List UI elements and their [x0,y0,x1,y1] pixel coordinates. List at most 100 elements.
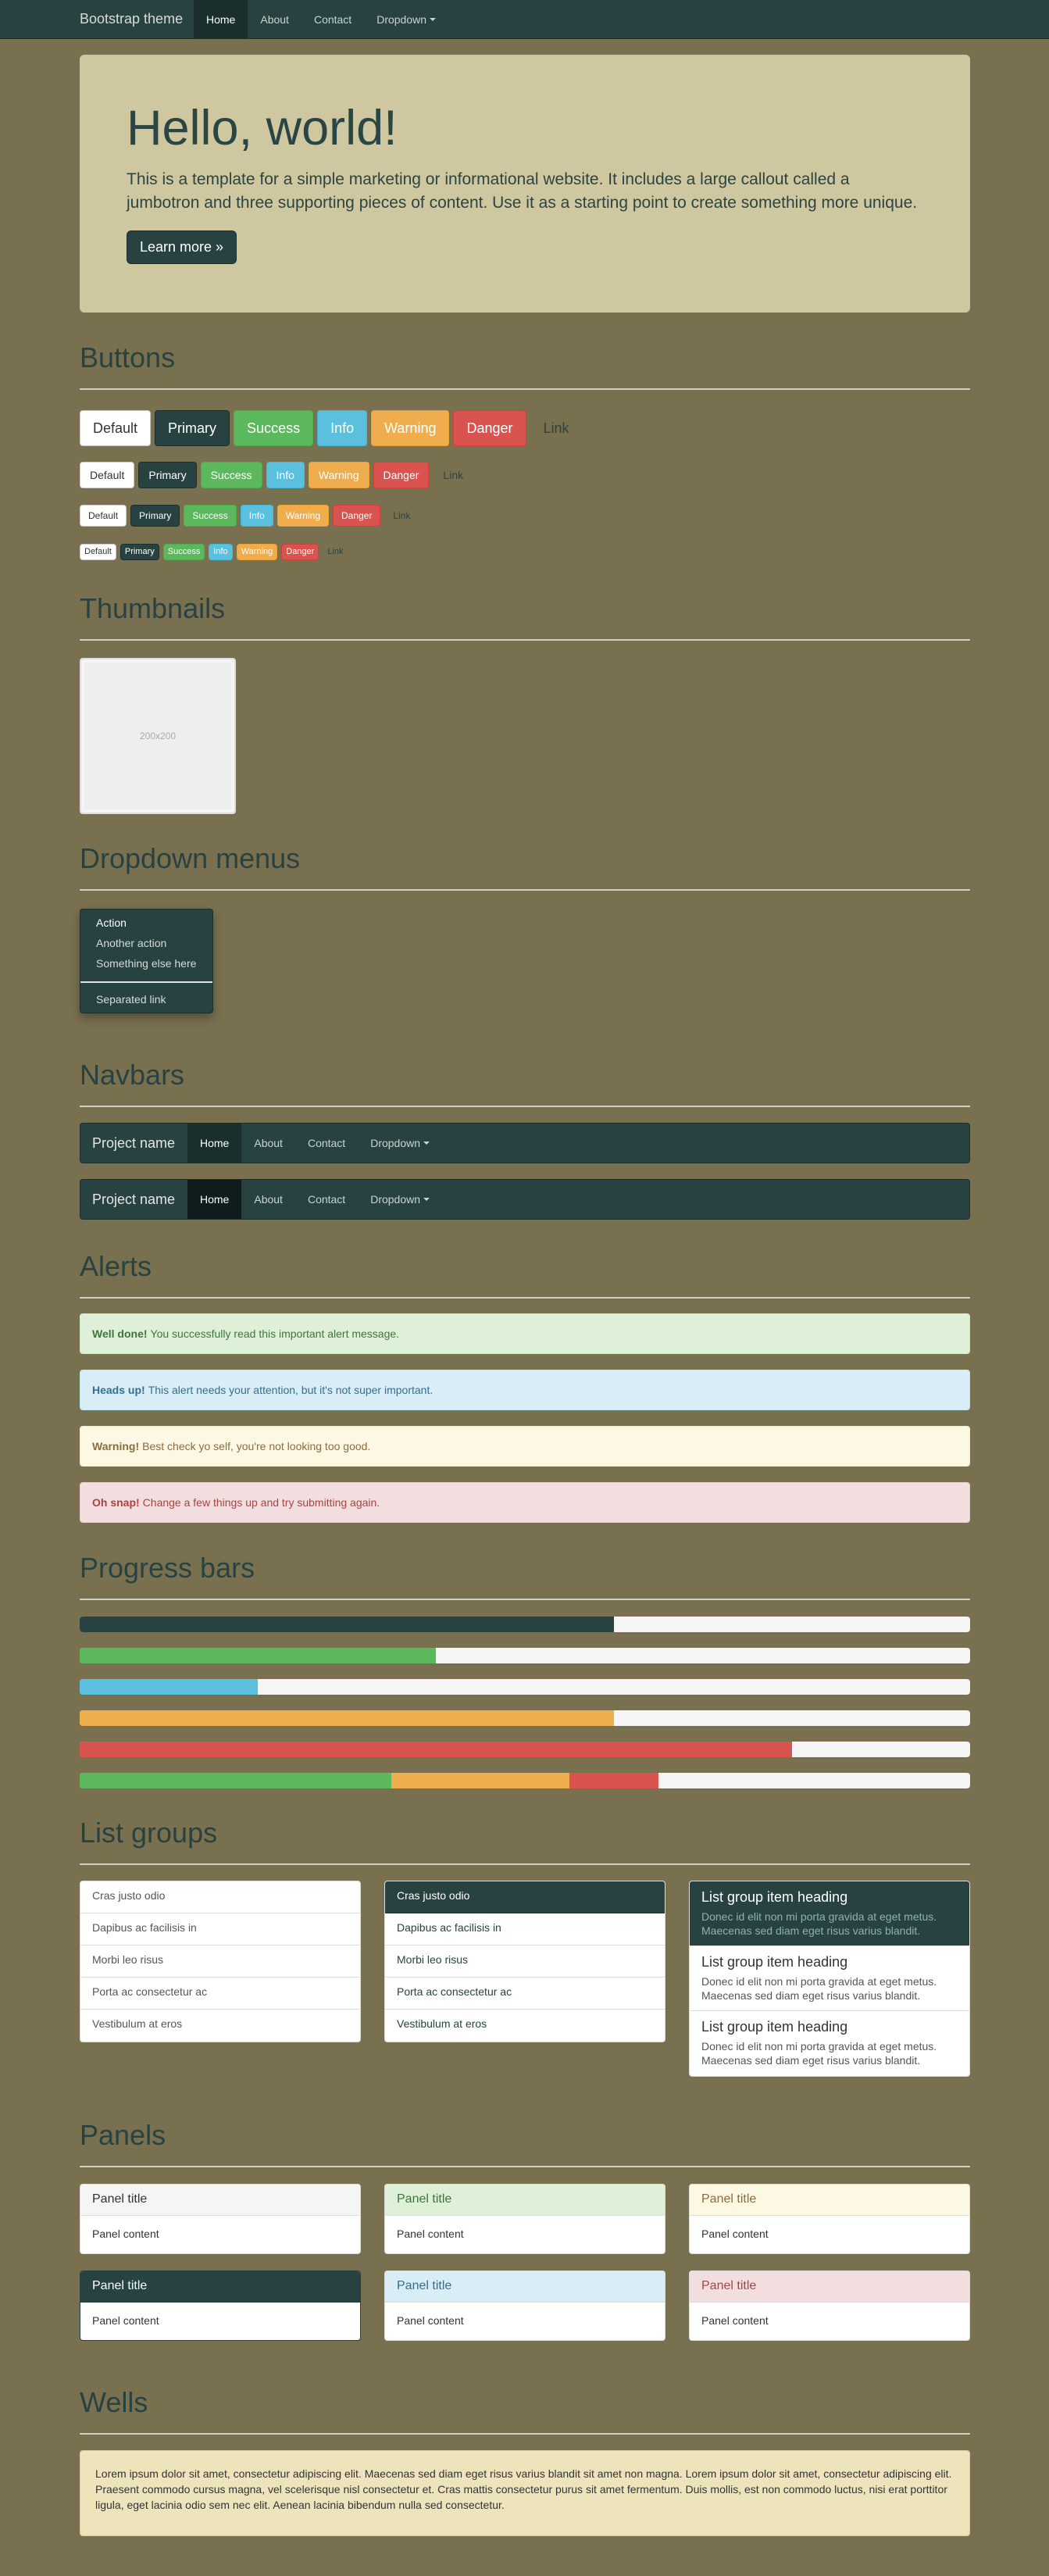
navbar-demo-item-about[interactable]: About [241,1180,295,1219]
navbar-demo-item-contact[interactable]: Contact [295,1180,358,1219]
panel-content: Panel content [701,2228,769,2240]
link-button[interactable]: Link [530,410,583,446]
dropdown-item-something-else[interactable]: Something else here [80,954,212,974]
section-title-progress: Progress bars [80,1552,970,1600]
section-title-wells: Wells [80,2386,970,2435]
alert-strong: Heads up! [92,1384,145,1396]
progress-fill [80,1742,792,1757]
nav-item-contact[interactable]: Contact [301,0,364,39]
dropdown-item-action[interactable]: Action [80,913,212,934]
link-button[interactable]: Link [323,544,348,560]
warning-button[interactable]: Warning [236,544,278,560]
navbar-demo-dropdown-label: Dropdown [370,1193,421,1206]
navbar-demo-brand[interactable]: Project name [80,1135,187,1152]
panel-title: Panel title [385,2185,665,2216]
section-title-panels: Panels [80,2119,970,2167]
warning-button[interactable]: Warning [277,505,329,527]
primary-button[interactable]: Primary [130,505,180,527]
default-button[interactable]: Default [80,505,127,527]
section-title-listgroups: List groups [80,1817,970,1865]
dropdown-item-separated-link[interactable]: Separated link [80,990,212,1010]
navbar-demo-item-home[interactable]: Home [187,1180,242,1219]
list-item-text: Donec id elit non mi porta gravida at eg… [701,2040,937,2067]
alert-strong: Well done! [92,1327,148,1340]
dropdown-divider [80,981,212,983]
success-button[interactable]: Success [162,544,205,560]
panel-content: Panel content [397,2228,464,2240]
dropdown-item-another-action[interactable]: Another action [80,934,212,954]
primary-button[interactable]: Primary [120,544,159,560]
progress-bar-info [80,1679,970,1695]
info-button[interactable]: Info [317,410,368,446]
link-button[interactable]: Link [433,462,473,488]
thumbnail[interactable]: 200x200 [80,658,236,814]
progress-fill-warning [391,1773,569,1788]
navbar-demo-item-dropdown[interactable]: Dropdown [358,1180,442,1219]
alert-info: Heads up! This alert needs your attention… [80,1370,970,1410]
list-item-heading: List group item heading [701,2019,848,2035]
success-button[interactable]: Success [184,505,237,527]
nav-item-home[interactable]: Home [194,0,248,39]
list-item: Cras justo odio [80,1881,360,1913]
navbar-demo-item-home[interactable]: Home [187,1124,242,1163]
info-button[interactable]: Info [209,544,233,560]
panel-content: Panel content [397,2314,464,2327]
panel-warning: Panel title Panel content [689,2184,970,2254]
danger-button[interactable]: Danger [453,410,526,446]
list-item-link[interactable]: Porta ac consectetur ac [385,1978,665,2010]
list-item-text: Donec id elit non mi porta gravida at eg… [701,1910,937,1938]
alert-strong: Oh snap! [92,1496,140,1509]
default-button[interactable]: Default [80,544,116,560]
danger-button[interactable]: Danger [281,544,319,560]
nav-item-dropdown[interactable]: Dropdown [364,0,448,39]
list-item-heading-entry[interactable]: List group item heading Donec id elit no… [690,2011,969,2076]
navbar-brand[interactable]: Bootstrap theme [80,11,194,27]
default-button[interactable]: Default [80,410,152,446]
navbar-demo-item-about[interactable]: About [241,1124,295,1163]
nav-item-about[interactable]: About [248,0,301,39]
default-button[interactable]: Default [80,462,135,488]
list-item-link[interactable]: Vestibulum at eros [385,2010,665,2042]
list-item-heading-entry[interactable]: List group item heading Donec id elit no… [690,1946,969,2011]
jumbotron-text: This is a template for a simple marketin… [127,170,918,213]
list-item-link[interactable]: Dapibus ac facilisis in [385,1913,665,1945]
progress-fill-danger [569,1773,658,1788]
panel-danger: Panel title Panel content [689,2271,970,2341]
panel-title: Panel title [385,2271,665,2303]
navbar-demo-item-dropdown[interactable]: Dropdown [358,1124,442,1163]
warning-button[interactable]: Warning [371,410,450,446]
list-group-custom-content: List group item heading Donec id elit no… [689,1881,970,2077]
panel-title: Panel title [690,2271,969,2303]
alert-strong: Warning! [92,1440,140,1452]
dropdown-menu: Action Another action Something else her… [80,909,213,1013]
navbar-inverse-demo: Project name Home About Contact Dropdown [80,1179,970,1220]
danger-button[interactable]: Danger [373,462,430,488]
success-button[interactable]: Success [200,462,262,488]
alert-text: You successfully read this important ale… [150,1327,400,1340]
list-group-basic: Cras justo odio Dapibus ac facilisis in … [80,1881,361,2042]
warning-button[interactable]: Warning [308,462,369,488]
navbar-demo-item-contact[interactable]: Contact [295,1124,358,1163]
danger-button[interactable]: Danger [333,505,381,527]
navbar-demo-brand[interactable]: Project name [80,1192,187,1208]
list-item-link[interactable]: Morbi leo risus [385,1945,665,1978]
alert-text: This alert needs your attention, but it'… [148,1384,434,1396]
primary-button[interactable]: Primary [138,462,197,488]
list-item-heading-active[interactable]: List group item heading Donec id elit no… [690,1881,969,1946]
list-item-active[interactable]: Cras justo odio [385,1881,665,1913]
top-navbar: Bootstrap theme Home About Contact Dropd… [0,0,1049,39]
info-button[interactable]: Info [240,505,273,527]
progress-bar-stacked [80,1773,970,1788]
progress-fill [80,1710,614,1726]
progress-bar-warning [80,1710,970,1726]
panel-content: Panel content [701,2314,769,2327]
link-button[interactable]: Link [384,505,419,527]
info-button[interactable]: Info [266,462,305,488]
nav-item-dropdown-label: Dropdown [376,13,427,26]
primary-button[interactable]: Primary [155,410,230,446]
list-item: Porta ac consectetur ac [80,1978,360,2010]
learn-more-button[interactable]: Learn more » [127,230,237,265]
success-button[interactable]: Success [234,410,314,446]
alert-danger: Oh snap! Change a few things up and try s… [80,1482,970,1523]
panel-title: Panel title [80,2271,360,2303]
